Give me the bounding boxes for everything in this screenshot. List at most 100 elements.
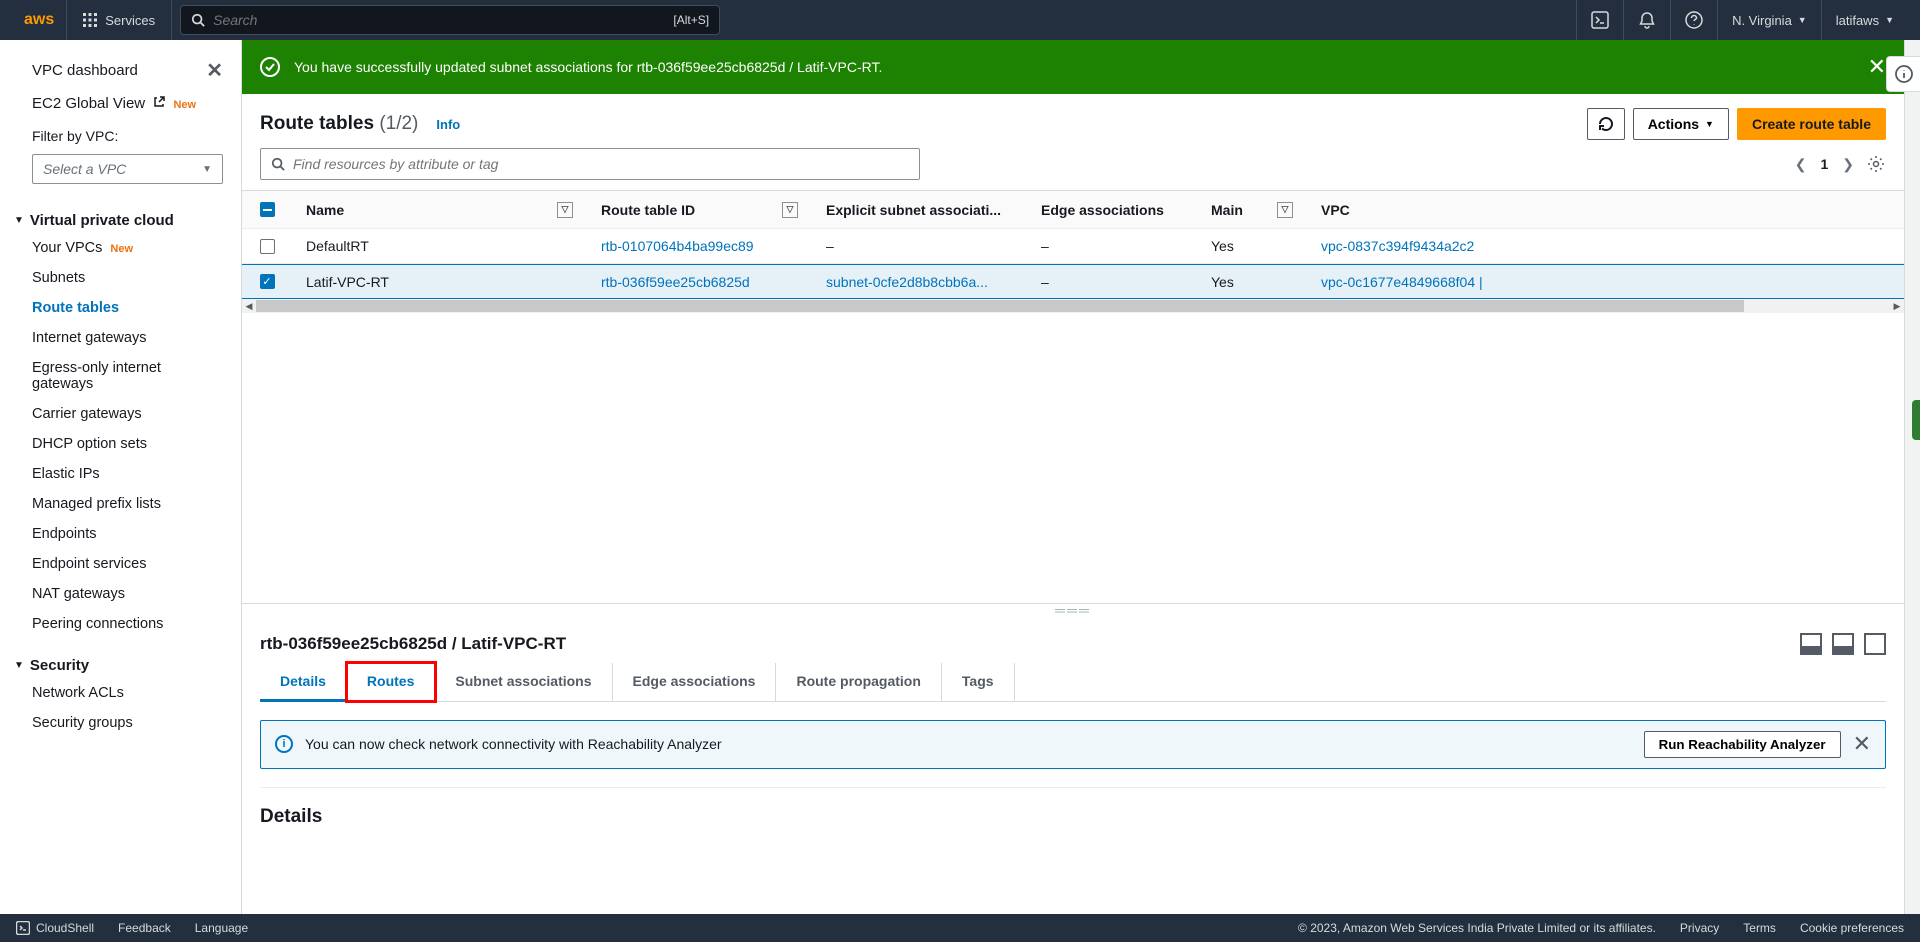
- grid-icon: [83, 13, 97, 27]
- table-settings-button[interactable]: [1866, 154, 1886, 174]
- search-icon: [271, 157, 285, 171]
- sidebar-item-your-vpcs[interactable]: Your VPCs New: [0, 233, 241, 263]
- details-section-title: Details: [260, 787, 1886, 838]
- sidebar-item-subnets[interactable]: Subnets: [0, 263, 241, 293]
- table-scrollbar[interactable]: ◀▶: [242, 299, 1904, 313]
- copyright: © 2023, Amazon Web Services India Privat…: [1298, 921, 1656, 935]
- vpc-dashboard-link[interactable]: VPC dashboard: [32, 62, 138, 79]
- new-badge: New: [173, 99, 196, 111]
- detail-title: rtb-036f59ee25cb6825d / Latif-VPC-RT: [260, 634, 566, 654]
- sidebar-item-security-groups[interactable]: Security groups: [0, 708, 241, 738]
- cloudshell-button[interactable]: CloudShell: [16, 921, 94, 935]
- sidebar-item-route-tables[interactable]: Route tables: [0, 293, 241, 323]
- cloudshell-icon[interactable]: [1576, 0, 1623, 40]
- route-table-id-link[interactable]: rtb-0107064b4ba99ec89: [601, 238, 754, 254]
- feedback-link[interactable]: Feedback: [118, 921, 171, 935]
- info-flyout-toggle[interactable]: [1886, 56, 1920, 92]
- vpc-link[interactable]: vpc-0837c394f9434a2c2: [1321, 238, 1474, 254]
- filter-vpc-label: Filter by VPC:: [0, 118, 241, 148]
- sidebar: VPC dashboard ✕ EC2 Global View New Filt…: [0, 40, 242, 914]
- pager-next-icon[interactable]: ❯: [1842, 156, 1854, 173]
- table-search-input[interactable]: [293, 156, 909, 172]
- col-main[interactable]: Main▽: [1197, 202, 1307, 218]
- tab-route-propagation[interactable]: Route propagation: [776, 663, 941, 701]
- section-security[interactable]: ▼Security: [0, 639, 241, 678]
- sidebar-item-egress-only-internet-gateways[interactable]: Egress-only internet gateways: [0, 353, 241, 399]
- col-route-table-id[interactable]: Route table ID▽: [587, 202, 812, 218]
- flash-close-icon[interactable]: ✕: [1868, 54, 1886, 80]
- panel-split-button[interactable]: [1832, 633, 1854, 655]
- ec2-global-view-link[interactable]: EC2 Global View: [32, 95, 169, 112]
- page-title: Route tables (1/2): [260, 113, 418, 135]
- search-input[interactable]: [205, 12, 673, 28]
- route-table-id-link[interactable]: rtb-036f59ee25cb6825d: [601, 274, 750, 290]
- sidebar-item-endpoint-services[interactable]: Endpoint services: [0, 549, 241, 579]
- top-nav: aws Services [Alt+S] N. Virginia▼ latifa…: [0, 0, 1920, 40]
- detail-panel: rtb-036f59ee25cb6825d / Latif-VPC-RT Det…: [242, 617, 1904, 915]
- sidebar-item-nat-gateways[interactable]: NAT gateways: [0, 579, 241, 609]
- external-link-icon: [153, 95, 169, 112]
- sidebar-item-peering-connections[interactable]: Peering connections: [0, 609, 241, 639]
- chevron-down-icon: ▼: [202, 164, 212, 175]
- sidebar-item-carrier-gateways[interactable]: Carrier gateways: [0, 399, 241, 429]
- sidebar-item-endpoints[interactable]: Endpoints: [0, 519, 241, 549]
- panel-splitter[interactable]: ═══: [242, 603, 1904, 617]
- info-icon: i: [275, 735, 293, 753]
- table-row[interactable]: DefaultRTrtb-0107064b4ba99ec89––Yesvpc-0…: [242, 229, 1904, 264]
- pager-page: 1: [1820, 156, 1828, 172]
- table-row[interactable]: ✓Latif-VPC-RTrtb-036f59ee25cb6825dsubnet…: [242, 264, 1904, 299]
- aws-logo[interactable]: aws: [12, 0, 67, 40]
- refresh-button[interactable]: [1587, 108, 1625, 140]
- close-sidebar-icon[interactable]: ✕: [206, 58, 223, 83]
- panel-bottom-button[interactable]: [1800, 633, 1822, 655]
- tab-subnet-associations[interactable]: Subnet associations: [435, 663, 612, 701]
- global-search[interactable]: [Alt+S]: [180, 5, 720, 35]
- account-menu[interactable]: latifaws▼: [1821, 0, 1908, 40]
- col-name[interactable]: Name▽: [292, 202, 587, 218]
- col-vpc[interactable]: VPC: [1307, 202, 1904, 218]
- sidebar-item-managed-prefix-lists[interactable]: Managed prefix lists: [0, 489, 241, 519]
- detail-tabs: DetailsRoutesSubnet associationsEdge ass…: [260, 663, 1886, 702]
- route-tables-table: Name▽ Route table ID▽ Explicit subnet as…: [242, 190, 1904, 313]
- sidebar-item-dhcp-option-sets[interactable]: DHCP option sets: [0, 429, 241, 459]
- subnet-link[interactable]: subnet-0cfe2d8b8cbb6a...: [826, 274, 988, 290]
- row-checkbox[interactable]: [260, 239, 275, 254]
- table-search[interactable]: [260, 148, 920, 180]
- sidebar-item-elastic-ips[interactable]: Elastic IPs: [0, 459, 241, 489]
- services-button[interactable]: Services: [67, 0, 172, 40]
- run-reachability-button[interactable]: Run Reachability Analyzer: [1644, 731, 1841, 758]
- row-checkbox[interactable]: ✓: [260, 274, 275, 289]
- tab-edge-associations[interactable]: Edge associations: [613, 663, 777, 701]
- success-check-icon: [260, 57, 280, 77]
- sidebar-item-internet-gateways[interactable]: Internet gateways: [0, 323, 241, 353]
- privacy-link[interactable]: Privacy: [1680, 921, 1719, 935]
- section-vpc[interactable]: ▼Virtual private cloud: [0, 194, 241, 233]
- panel-full-button[interactable]: [1864, 633, 1886, 655]
- region-selector[interactable]: N. Virginia▼: [1717, 0, 1821, 40]
- col-edge-assoc[interactable]: Edge associations: [1027, 202, 1197, 218]
- col-subnet-assoc[interactable]: Explicit subnet associati...: [812, 202, 1027, 218]
- pager-prev-icon[interactable]: ❮: [1795, 156, 1807, 173]
- pager: ❮ 1 ❯: [1795, 156, 1854, 173]
- tab-tags[interactable]: Tags: [942, 663, 1015, 701]
- create-route-table-button[interactable]: Create route table: [1737, 108, 1886, 140]
- terms-link[interactable]: Terms: [1743, 921, 1776, 935]
- success-flash: You have successfully updated subnet ass…: [242, 40, 1904, 94]
- language-link[interactable]: Language: [195, 921, 248, 935]
- vpc-link[interactable]: vpc-0c1677e4849668f04 |: [1321, 274, 1483, 290]
- sidebar-item-network-acls[interactable]: Network ACLs: [0, 678, 241, 708]
- reachability-close-icon[interactable]: ✕: [1853, 731, 1871, 757]
- cookie-preferences-link[interactable]: Cookie preferences: [1800, 921, 1904, 935]
- actions-button[interactable]: Actions▼: [1633, 108, 1729, 140]
- select-all-checkbox[interactable]: [260, 202, 275, 217]
- tab-details[interactable]: Details: [260, 663, 347, 702]
- tab-routes[interactable]: Routes: [347, 663, 435, 701]
- search-shortcut: [Alt+S]: [673, 13, 709, 27]
- info-link[interactable]: Info: [436, 117, 460, 132]
- notifications-icon[interactable]: [1623, 0, 1670, 40]
- help-icon[interactable]: [1670, 0, 1717, 40]
- vpc-select[interactable]: Select a VPC ▼: [32, 154, 223, 184]
- footer: CloudShell Feedback Language © 2023, Ama…: [0, 914, 1920, 942]
- feedback-tab[interactable]: [1912, 400, 1920, 440]
- search-icon: [191, 13, 205, 27]
